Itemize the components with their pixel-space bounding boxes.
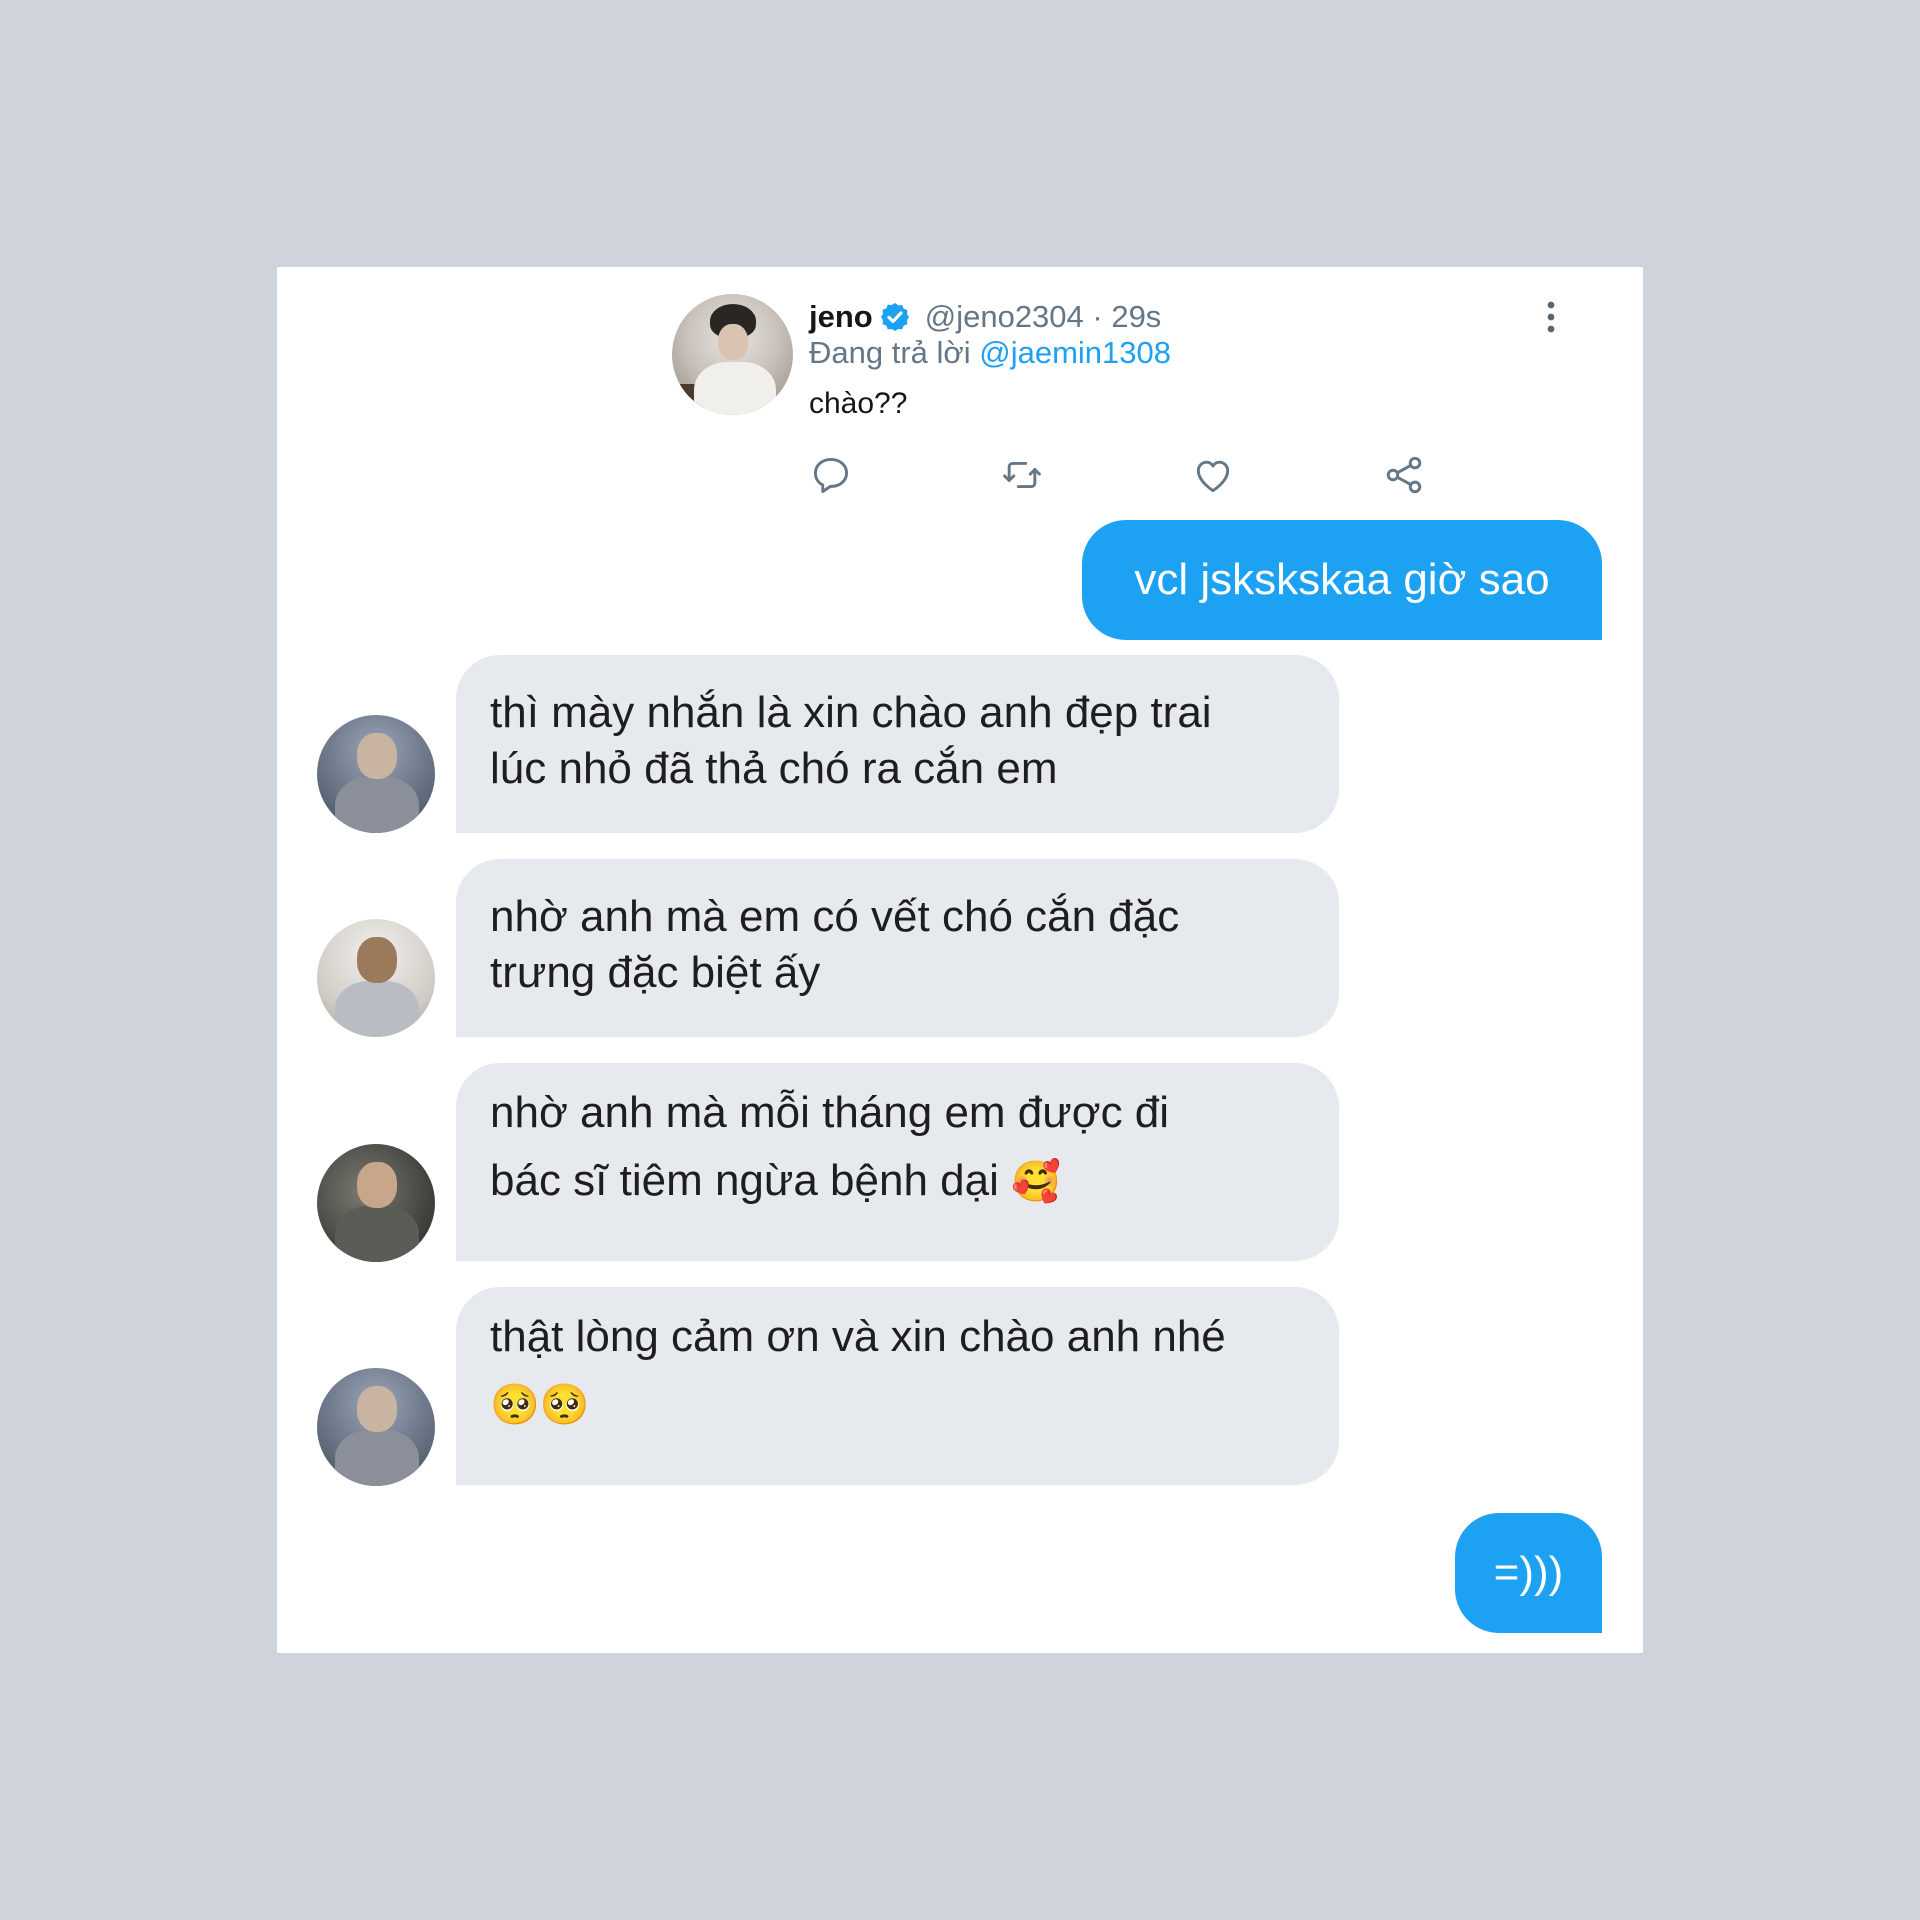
message-line: lúc nhỏ đã thả chó ra cắn em (490, 744, 1058, 793)
incoming-message: thì mày nhắn là xin chào anh đẹp trai lú… (456, 655, 1339, 833)
sender-avatar[interactable] (317, 715, 435, 833)
retweet-icon[interactable] (1000, 453, 1044, 497)
incoming-message: nhờ anh mà em có vết chó cắn đặc trưng đ… (456, 859, 1339, 1037)
message-line: nhờ anh mà mỗi tháng em được đi (490, 1088, 1170, 1137)
outgoing-message: =))) (1455, 1513, 1602, 1633)
replying-to: Đang trả lời @jaemin1308 (809, 335, 1171, 371)
tweet-name-row: jeno @jeno2304 · 29s (809, 297, 1161, 337)
chat-card: jeno @jeno2304 · 29s Đang trả lời @jaemi… (277, 267, 1643, 1653)
sender-avatar[interactable] (317, 919, 435, 1037)
message-line-with-emoji: bác sĩ tiêm ngừa bệnh dại 🥰 (490, 1147, 1305, 1216)
outgoing-message-text: =))) (1493, 1548, 1564, 1597)
message-line: thì mày nhắn là xin chào anh đẹp trai (490, 688, 1212, 737)
share-icon[interactable] (1382, 453, 1426, 497)
incoming-message: nhờ anh mà mỗi tháng em được đi bác sĩ t… (456, 1063, 1339, 1261)
tweet-text: chào?? (809, 387, 908, 420)
handle-and-time: @jeno2304 · 29s (924, 299, 1162, 334)
reply-mention-link[interactable]: @jaemin1308 (979, 335, 1171, 370)
heart-icon[interactable] (1191, 453, 1235, 497)
message-line: trưng đặc biệt ấy (490, 948, 821, 997)
sender-avatar[interactable] (317, 1144, 435, 1262)
verified-badge-icon (879, 301, 911, 333)
reply-icon[interactable] (809, 453, 853, 497)
message-line: thật lòng cảm ơn và xin chào anh nhé (490, 1312, 1226, 1361)
outgoing-message: vcl jskskskaa giờ sao (1082, 520, 1602, 640)
reply-prefix: Đang trả lời (809, 335, 971, 370)
tweet-avatar[interactable] (672, 294, 793, 415)
pleading-face-emoji: 🥺🥺 (490, 1382, 590, 1428)
message-line: nhờ anh mà em có vết chó cắn đặc (490, 892, 1180, 941)
outgoing-message-text: vcl jskskskaa giờ sao (1134, 555, 1550, 604)
display-name[interactable]: jeno (809, 299, 873, 335)
message-text: bác sĩ tiêm ngừa bệnh dại (490, 1156, 999, 1205)
sender-avatar[interactable] (317, 1368, 435, 1486)
smiling-face-with-hearts-emoji: 🥰 (1011, 1159, 1061, 1205)
more-vertical-icon[interactable] (1539, 297, 1563, 337)
incoming-message: thật lòng cảm ơn và xin chào anh nhé 🥺🥺 (456, 1287, 1339, 1485)
